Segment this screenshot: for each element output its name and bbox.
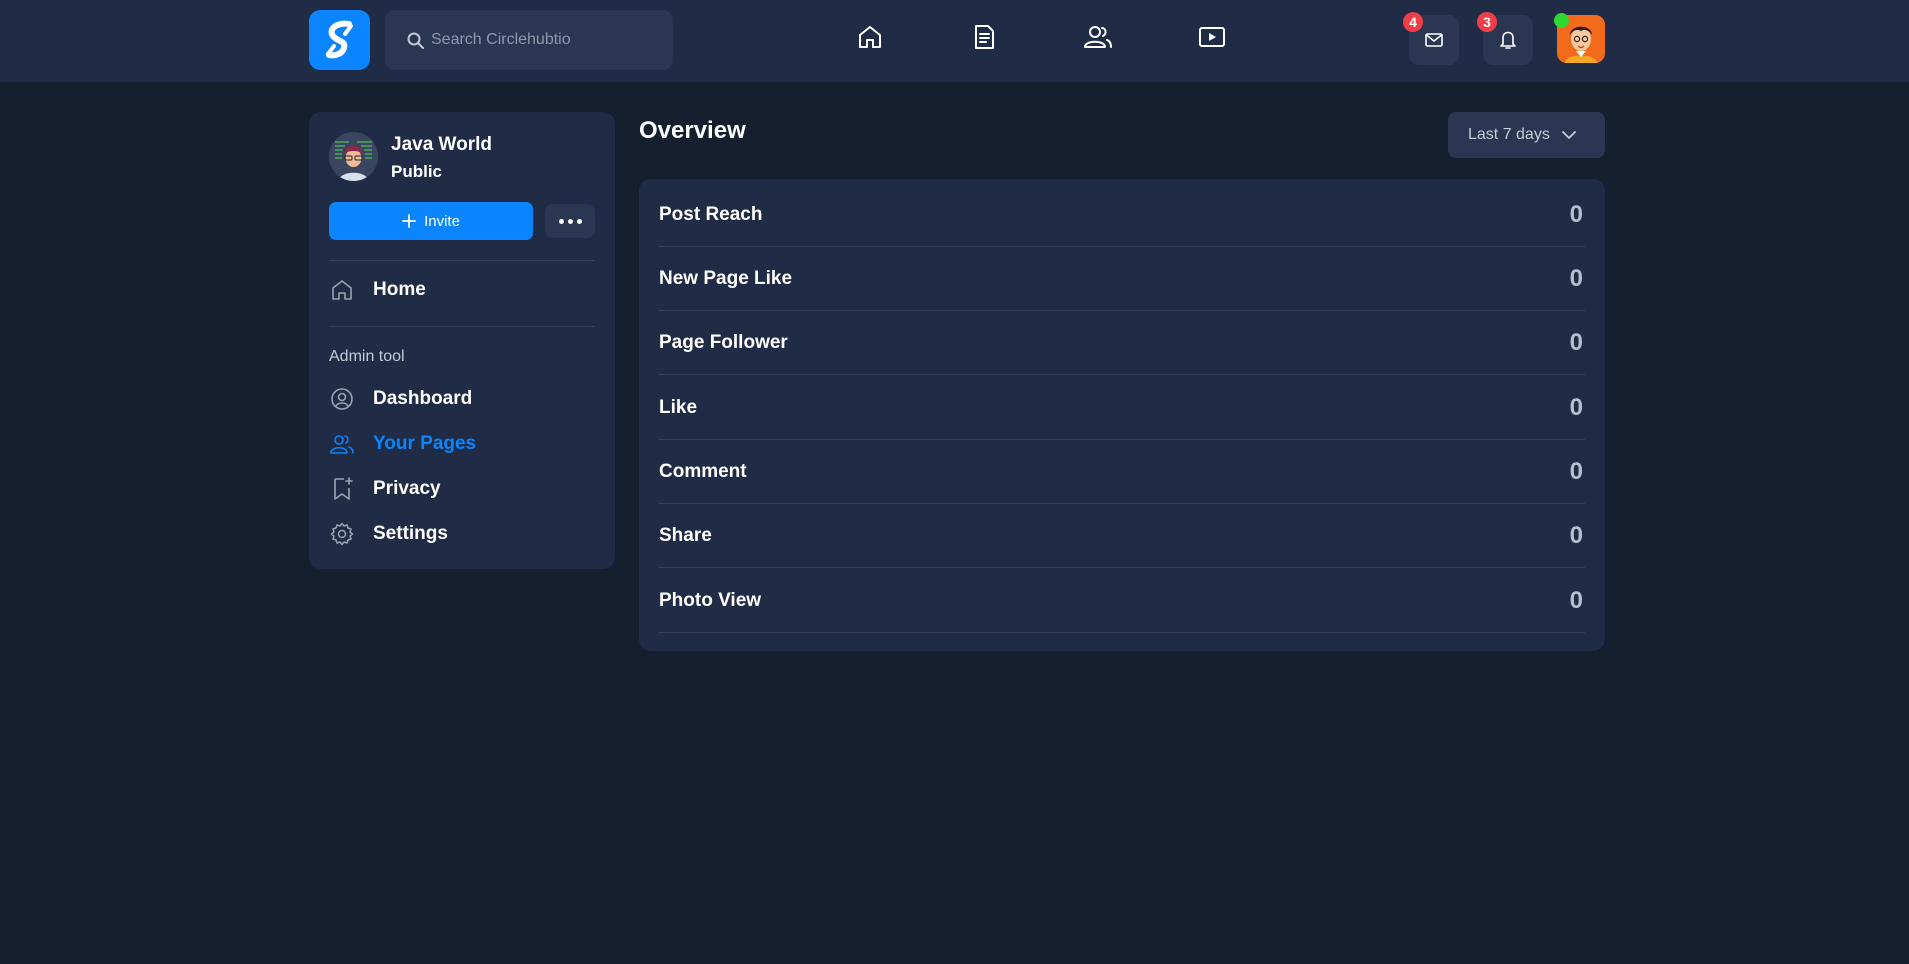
dashboard-icon xyxy=(329,386,355,412)
notifications-button[interactable]: 3 xyxy=(1477,12,1533,65)
messages-button[interactable]: 4 xyxy=(1403,12,1459,65)
sidebar-item-label: Privacy xyxy=(373,478,441,499)
stat-label: Post Reach xyxy=(659,203,763,225)
more-dots-icon xyxy=(558,218,582,224)
notifications-badge: 3 xyxy=(1477,12,1497,32)
sidebar-item-dashboard[interactable]: Dashboard xyxy=(329,381,595,417)
stat-value: 0 xyxy=(1569,457,1583,485)
logo-icon xyxy=(325,20,353,59)
stat-label: New Page Like xyxy=(659,267,793,289)
sidebar-item-label: Settings xyxy=(373,523,448,544)
stats-list: Post Reach 0 New Page Like 0 Page Follow… xyxy=(639,179,1605,651)
page-name: Java World xyxy=(391,134,493,155)
home-icon xyxy=(859,26,881,48)
plus-icon xyxy=(402,214,416,228)
friends-icon xyxy=(1084,26,1112,48)
invite-button[interactable]: Invite xyxy=(329,202,533,240)
sidebar-item-privacy[interactable]: Privacy xyxy=(329,471,595,507)
stat-row-page-follower: Page Follower 0 xyxy=(659,311,1585,375)
search-bar[interactable] xyxy=(385,10,673,70)
stat-value: 0 xyxy=(1569,521,1583,549)
stat-label: Comment xyxy=(659,460,747,482)
sidebar-item-settings[interactable]: Settings xyxy=(329,516,595,552)
news-feed-icon xyxy=(975,25,994,49)
stat-value: 0 xyxy=(1569,328,1583,356)
stat-row-photo-view: Photo View 0 xyxy=(659,569,1585,633)
top-navbar: 4 3 xyxy=(0,0,1909,82)
home-icon xyxy=(329,277,355,303)
stat-row-like: Like 0 xyxy=(659,376,1585,440)
mail-icon xyxy=(1425,33,1443,47)
page-avatar-image xyxy=(329,132,378,181)
date-range-label: Last 7 days xyxy=(1468,126,1550,143)
chevron-down-icon xyxy=(1561,131,1576,139)
sidebar-item-label: Dashboard xyxy=(373,388,473,409)
video-icon xyxy=(1199,27,1225,47)
bell-icon xyxy=(1500,31,1516,49)
admin-tool-heading: Admin tool xyxy=(329,348,405,365)
nav-video[interactable] xyxy=(1195,20,1229,54)
stat-row-share: Share 0 xyxy=(659,504,1585,568)
messages-badge: 4 xyxy=(1403,12,1423,32)
stat-value: 0 xyxy=(1569,200,1583,228)
sidebar-item-your-pages[interactable]: Your Pages xyxy=(329,426,595,462)
stat-row-new-page-like: New Page Like 0 xyxy=(659,247,1585,311)
gear-icon xyxy=(329,521,355,547)
page-title: Overview xyxy=(639,117,746,144)
more-options-button[interactable] xyxy=(545,204,595,238)
search-icon xyxy=(407,32,424,49)
nav-home[interactable] xyxy=(853,20,887,54)
search-input[interactable] xyxy=(431,31,651,49)
users-icon xyxy=(329,431,355,457)
stat-row-post-reach: Post Reach 0 xyxy=(659,183,1585,247)
stat-label: Share xyxy=(659,524,712,546)
stat-value: 0 xyxy=(1569,264,1583,292)
bookmark-icon xyxy=(329,476,355,502)
online-status-dot xyxy=(1554,13,1569,28)
divider xyxy=(329,326,595,327)
page-sidebar: Java World Public Invite Home Admin tool… xyxy=(309,112,615,569)
stat-value: 0 xyxy=(1569,393,1583,421)
nav-friends[interactable] xyxy=(1081,20,1115,54)
page-avatar[interactable] xyxy=(329,132,378,181)
app-logo[interactable] xyxy=(309,10,370,70)
stat-label: Like xyxy=(659,396,698,418)
sidebar-item-label: Home xyxy=(373,279,426,300)
stat-label: Page Follower xyxy=(659,331,788,353)
stat-row-comment: Comment 0 xyxy=(659,440,1585,504)
nav-news-feed[interactable] xyxy=(967,20,1001,54)
divider xyxy=(329,260,595,261)
page-visibility: Public xyxy=(391,162,443,181)
stat-label: Photo View xyxy=(659,589,762,611)
date-range-dropdown[interactable]: Last 7 days xyxy=(1448,112,1605,158)
invite-label: Invite xyxy=(424,212,460,230)
sidebar-item-home[interactable]: Home xyxy=(329,272,595,308)
sidebar-item-label: Your Pages xyxy=(373,433,477,454)
stat-value: 0 xyxy=(1569,586,1583,614)
